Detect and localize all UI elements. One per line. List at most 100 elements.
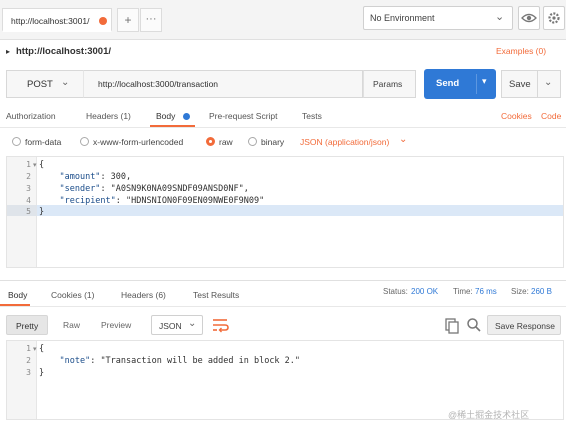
code-line: {: [39, 160, 45, 170]
chevron-down-icon[interactable]: ⌄: [544, 77, 552, 88]
search-button[interactable]: [464, 315, 484, 335]
chevron-down-icon: ⌄: [188, 318, 197, 329]
code-link[interactable]: Code: [541, 111, 561, 121]
json-key: "recipient": [59, 196, 116, 206]
response-tab-test-results[interactable]: Test Results: [193, 290, 239, 300]
code-line: }: [39, 207, 45, 217]
unsaved-dot-icon: [99, 17, 107, 25]
chevron-down-icon[interactable]: ⌄: [399, 134, 407, 145]
wrap-lines-icon: [213, 319, 229, 333]
save-label: Save: [509, 79, 531, 90]
more-tabs-button[interactable]: ···: [140, 8, 162, 32]
tab-headers[interactable]: Headers (1): [86, 111, 131, 121]
time-label: Time:: [453, 287, 473, 296]
line-number: 1: [26, 160, 31, 169]
request-body-editor[interactable]: 1 ▾ { 2 "amount": 300, 3 "sender": "A0SN…: [6, 156, 564, 268]
radio-x-www-form-urlencoded[interactable]: [80, 137, 89, 146]
url-text: http://localhost:3000/transaction: [98, 79, 219, 89]
format-label: JSON: [159, 321, 182, 331]
preview-button[interactable]: Preview: [101, 320, 131, 330]
divider: [0, 306, 566, 307]
tab-bar: http://localhost:3001/ + ··· No Environm…: [0, 0, 566, 40]
request-name: http://localhost:3001/: [16, 46, 112, 57]
line-number: 1: [26, 344, 31, 353]
pretty-button[interactable]: Pretty: [6, 315, 48, 335]
code-line: "recipient": "HDNSNION0F09EN09NWE0F9N09": [59, 196, 265, 206]
search-icon: [467, 318, 481, 332]
params-button[interactable]: Params: [363, 70, 416, 98]
examples-dropdown[interactable]: Examples (0): [496, 46, 546, 56]
code-line: {: [39, 344, 45, 354]
save-button[interactable]: Save ⌄: [501, 70, 561, 98]
request-tab[interactable]: http://localhost:3001/: [2, 8, 112, 32]
code-line: "note": "Transaction will be added in bl…: [59, 356, 301, 366]
environment-select[interactable]: No Environment ⌄: [363, 6, 513, 30]
response-tab-body[interactable]: Body: [8, 290, 27, 300]
caret-right-icon[interactable]: ▸: [6, 47, 10, 56]
request-tab-label: http://localhost:3001/: [11, 16, 90, 26]
manage-environments-button[interactable]: [543, 6, 565, 30]
active-line-highlight: [37, 205, 563, 216]
radio-label: form-data: [25, 137, 62, 147]
response-tab-headers[interactable]: Headers (6): [121, 290, 166, 300]
line-number: 3: [26, 184, 31, 193]
time-value: 76 ms: [475, 287, 497, 296]
radio-form-data[interactable]: [12, 137, 21, 146]
line-number: 2: [26, 172, 31, 181]
tab-pre-request-script[interactable]: Pre-request Script: [209, 111, 278, 121]
code-line: }: [39, 368, 45, 378]
pretty-label: Pretty: [16, 321, 39, 331]
line-number: 4: [26, 196, 31, 205]
eye-icon: [521, 13, 537, 23]
environment-label: No Environment: [370, 13, 435, 23]
save-response-label: Save Response: [495, 321, 556, 331]
environment-quick-look-button[interactable]: [518, 6, 540, 30]
method-label: POST: [27, 79, 53, 90]
size-value: 260 B: [531, 287, 552, 296]
params-label: Params: [373, 79, 403, 89]
chevron-down-icon[interactable]: ▾: [482, 76, 487, 87]
radio-label: raw: [219, 137, 233, 147]
cookies-link[interactable]: Cookies: [501, 111, 532, 121]
line-number: 3: [26, 368, 31, 377]
divider: [0, 127, 566, 128]
status-label: Status:: [383, 287, 408, 296]
fold-icon[interactable]: ▾: [33, 345, 37, 353]
watermark: @稀土掘金技术社区: [448, 410, 530, 420]
raw-button[interactable]: Raw: [63, 320, 80, 330]
radio-binary[interactable]: [248, 137, 257, 146]
response-tab-cookies[interactable]: Cookies (1): [51, 290, 94, 300]
code-line: "sender": "A0SN9K0NA09SNDF09ANSD0NF",: [59, 184, 249, 194]
tab-body[interactable]: Body: [156, 111, 175, 121]
divider: [0, 280, 566, 281]
chevron-down-icon: ⌄: [61, 77, 70, 88]
code-line: "amount": 300,: [59, 172, 132, 182]
format-select[interactable]: JSON ⌄: [151, 315, 203, 335]
status-value: 200 OK: [411, 287, 439, 296]
line-number: 2: [26, 356, 31, 365]
chevron-down-icon: ⌄: [495, 11, 505, 23]
tab-authorization[interactable]: Authorization: [6, 111, 56, 121]
save-response-button[interactable]: Save Response: [487, 315, 561, 335]
radio-raw[interactable]: [206, 137, 215, 146]
new-tab-button[interactable]: +: [117, 8, 139, 32]
method-select[interactable]: POST ⌄: [6, 70, 83, 98]
body-indicator-dot-icon: [183, 113, 190, 120]
gear-icon: [548, 12, 560, 24]
send-button[interactable]: Send ▾: [424, 69, 496, 99]
content-type-dropdown[interactable]: JSON (application/json): [300, 137, 389, 147]
radio-label: x-www-form-urlencoded: [93, 137, 184, 147]
json-key: "amount": [59, 172, 101, 182]
json-key: "sender": [59, 184, 101, 194]
send-divider: [476, 74, 477, 94]
tab-tests[interactable]: Tests: [302, 111, 322, 121]
copy-icon: [445, 318, 459, 334]
fold-icon[interactable]: ▾: [33, 161, 37, 169]
save-divider: [537, 71, 538, 97]
copy-button[interactable]: [442, 315, 462, 335]
json-key: "note": [59, 356, 91, 366]
line-number: 5: [26, 207, 31, 216]
url-input[interactable]: http://localhost:3000/transaction: [83, 70, 363, 98]
wrap-lines-button[interactable]: [209, 315, 231, 335]
size-label: Size:: [511, 287, 529, 296]
